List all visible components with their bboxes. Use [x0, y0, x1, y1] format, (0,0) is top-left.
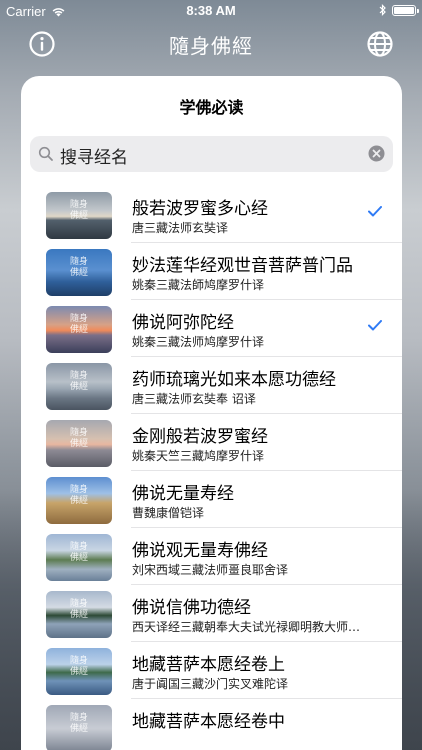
sutra-card: 学佛必读 搜寻经名 隨身 佛經 般若波罗蜜多心经 唐三藏法师玄奘译 隨身 佛經 … — [21, 76, 402, 750]
list-item[interactable]: 隨身 佛經 佛说无量寿经 曹魏康僧铠译 — [21, 471, 402, 528]
sutra-thumbnail: 隨身 佛經 — [46, 534, 112, 581]
list-item[interactable]: 隨身 佛經 般若波罗蜜多心经 唐三藏法师玄奘译 — [21, 186, 402, 243]
sutra-list: 隨身 佛經 般若波罗蜜多心经 唐三藏法师玄奘译 隨身 佛經 妙法莲华经观世音菩萨… — [21, 186, 402, 750]
sutra-translator: 唐三藏法师玄奘奉 诏译 — [132, 392, 256, 406]
thumbnail-caption: 隨身 佛經 — [69, 200, 88, 221]
list-item[interactable]: 隨身 佛經 佛说阿弥陀经 姚秦三藏法师鸠摩罗什译 — [21, 300, 402, 357]
status-bar: Carrier 8:38 AM — [0, 0, 422, 22]
card-title: 学佛必读 — [179, 98, 244, 117]
thumbnail-caption: 隨身 佛經 — [69, 599, 88, 620]
thumbnail-caption: 隨身 佛經 — [69, 314, 88, 335]
thumbnail-caption: 隨身 佛經 — [69, 371, 88, 392]
sutra-thumbnail: 隨身 佛經 — [46, 591, 112, 638]
sutra-title: 般若波罗蜜多心经 — [132, 199, 268, 219]
page-title: 隨身佛經 — [169, 33, 253, 58]
sutra-title: 佛说观无量寿佛经 — [132, 541, 268, 561]
nav-bar: 隨身佛經 — [0, 22, 422, 66]
sutra-translator: 刘宋西域三藏法师畺良耶舍译 — [132, 563, 289, 577]
thumbnail-caption: 隨身 佛經 — [69, 713, 88, 734]
search-icon — [38, 146, 53, 161]
sutra-thumbnail: 隨身 佛經 — [46, 363, 112, 410]
sutra-translator: 唐于阗国三藏沙门实叉难陀译 — [132, 677, 289, 691]
sutra-thumbnail: 隨身 佛經 — [46, 705, 112, 750]
clear-icon[interactable] — [368, 145, 385, 162]
sutra-title: 妙法莲华经观世音菩萨普门品 — [132, 256, 353, 276]
battery-icon — [392, 4, 419, 16]
checkmark-icon — [368, 206, 382, 217]
sutra-translator: 唐三藏法师玄奘译 — [132, 221, 229, 235]
thumbnail-caption: 隨身 佛經 — [69, 542, 88, 563]
sutra-thumbnail: 隨身 佛經 — [46, 306, 112, 353]
sutra-thumbnail: 隨身 佛經 — [46, 420, 112, 467]
list-item[interactable]: 隨身 佛經 佛说观无量寿佛经 刘宋西域三藏法师畺良耶舍译 — [21, 528, 402, 585]
sutra-title: 佛说阿弥陀经 — [132, 313, 234, 333]
sutra-translator: 姚秦三藏法師鸠摩罗什译 — [132, 278, 265, 292]
sutra-thumbnail: 隨身 佛經 — [46, 477, 112, 524]
sutra-thumbnail: 隨身 佛經 — [46, 192, 112, 239]
thumbnail-caption: 隨身 佛經 — [69, 485, 88, 506]
sutra-translator: 姚秦天竺三藏鸠摩罗什译 — [132, 449, 265, 463]
thumbnail-caption: 隨身 佛經 — [69, 656, 88, 677]
list-item[interactable]: 隨身 佛經 佛说信佛功德经 西天译经三藏朝奉大夫试光禄卿明教大师… — [21, 585, 402, 642]
list-item[interactable]: 隨身 佛經 妙法莲华经观世音菩萨普门品 姚秦三藏法師鸠摩罗什译 — [21, 243, 402, 300]
sutra-title: 金刚般若波罗蜜经 — [132, 427, 268, 447]
globe-icon[interactable] — [366, 30, 394, 58]
list-item[interactable]: 隨身 佛經 金刚般若波罗蜜经 姚秦天竺三藏鸠摩罗什译 — [21, 414, 402, 471]
list-item[interactable]: 隨身 佛經 药师琉璃光如来本愿功德经 唐三藏法师玄奘奉 诏译 — [21, 357, 402, 414]
status-time: 8:38 AM — [186, 3, 236, 18]
status-right — [379, 4, 419, 16]
bluetooth-icon — [379, 4, 386, 16]
info-icon[interactable] — [28, 30, 56, 58]
sutra-thumbnail: 隨身 佛經 — [46, 648, 112, 695]
search-input[interactable]: 搜寻经名 — [60, 143, 128, 168]
search-field[interactable]: 搜寻经名 — [30, 136, 393, 172]
list-item[interactable]: 隨身 佛經 地藏菩萨本愿经卷中 — [21, 699, 402, 750]
sutra-title: 地藏菩萨本愿经卷中 — [132, 712, 285, 732]
thumbnail-caption: 隨身 佛經 — [69, 257, 88, 278]
sutra-translator: 西天译经三藏朝奉大夫试光禄卿明教大师… — [132, 620, 361, 634]
sutra-title: 药师琉璃光如来本愿功德经 — [132, 370, 336, 390]
sutra-thumbnail: 隨身 佛經 — [46, 249, 112, 296]
sutra-title: 佛说信佛功德经 — [132, 598, 251, 618]
sutra-title: 佛说无量寿经 — [132, 484, 234, 504]
thumbnail-caption: 隨身 佛經 — [69, 428, 88, 449]
sutra-title: 地藏菩萨本愿经卷上 — [132, 655, 285, 675]
list-item[interactable]: 隨身 佛經 地藏菩萨本愿经卷上 唐于阗国三藏沙门实叉难陀译 — [21, 642, 402, 699]
sutra-translator: 曹魏康僧铠译 — [132, 506, 205, 520]
checkmark-icon — [368, 320, 382, 331]
sutra-translator: 姚秦三藏法师鸠摩罗什译 — [132, 335, 265, 349]
